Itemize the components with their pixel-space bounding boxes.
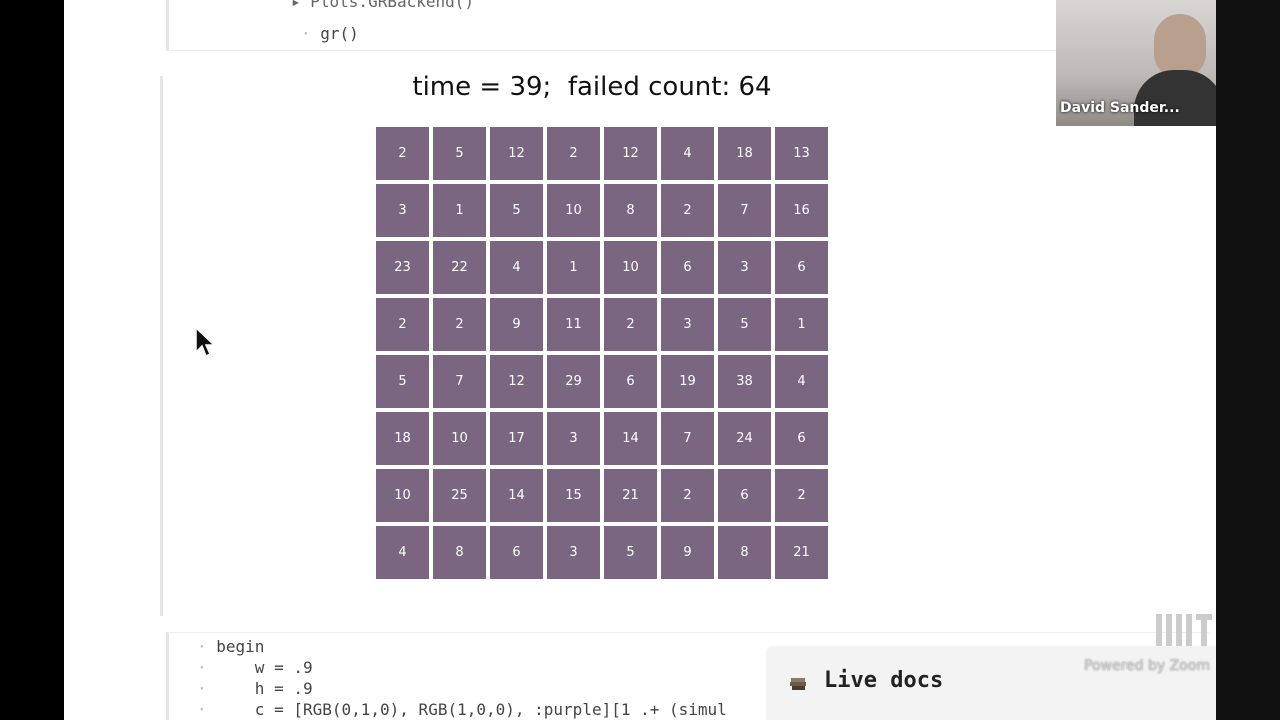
collapsed-code-line[interactable]: ▸ Plots.GRBackend()	[291, 0, 474, 11]
grid-tile: 3	[661, 298, 714, 351]
grid-tile: 7	[433, 355, 486, 408]
grid-tile: 4	[376, 526, 429, 579]
grid-tile: 4	[775, 355, 828, 408]
grid-tile: 29	[547, 355, 600, 408]
grid-tile: 24	[718, 412, 771, 465]
grid-tile: 2	[433, 298, 486, 351]
grid-tile: 6	[490, 526, 543, 579]
grid-tile: 1	[547, 241, 600, 294]
grid-tile: 14	[490, 469, 543, 522]
grid-tile: 12	[490, 355, 543, 408]
grid-tile: 3	[547, 412, 600, 465]
grid-tile: 5	[433, 127, 486, 180]
grid-tile: 5	[604, 526, 657, 579]
grid-tile: 3	[718, 241, 771, 294]
grid-tile: 16	[775, 184, 828, 237]
grid-tile: 10	[376, 469, 429, 522]
grid-tile: 12	[490, 127, 543, 180]
books-icon	[790, 678, 806, 690]
grid-tile: 23	[376, 241, 429, 294]
grid-tile: 6	[718, 469, 771, 522]
grid-tile: 6	[604, 355, 657, 408]
grid-tile: 17	[490, 412, 543, 465]
plot-title: time = 39; failed count: 64	[412, 72, 772, 102]
grid-tile: 14	[604, 412, 657, 465]
grid-tile: 10	[604, 241, 657, 294]
grid-tile: 2	[547, 127, 600, 180]
grid-tile: 21	[604, 469, 657, 522]
grid-tile: 2	[604, 298, 657, 351]
grid-tile: 6	[661, 241, 714, 294]
presenter-head	[1154, 14, 1206, 78]
mit-logo-icon	[1156, 614, 1212, 646]
participant-name: David Sander...	[1060, 100, 1180, 116]
live-docs-label: Live docs	[824, 668, 944, 693]
line-marker: ·	[301, 24, 321, 43]
grid-tile: 8	[718, 526, 771, 579]
grid-tile: 6	[775, 412, 828, 465]
grid-tile: 10	[547, 184, 600, 237]
grid-tile: 25	[433, 469, 486, 522]
grid-tile: 15	[547, 469, 600, 522]
right-dark-margin	[1216, 0, 1280, 720]
grid-tile: 21	[775, 526, 828, 579]
grid-tile: 1	[433, 184, 486, 237]
code-line-4: · c = [RGB(0,1,0), RGB(1,0,0), :purple][…	[197, 700, 727, 719]
grid-tile: 6	[775, 241, 828, 294]
grid-tile: 2	[661, 469, 714, 522]
grid-tile: 3	[376, 184, 429, 237]
grid-tile: 8	[433, 526, 486, 579]
grid-tile: 4	[490, 241, 543, 294]
grid-tile: 18	[718, 127, 771, 180]
grid-tile: 11	[547, 298, 600, 351]
grid-tile: 19	[661, 355, 714, 408]
grid-tile: 5	[718, 298, 771, 351]
mouse-cursor-icon	[195, 326, 216, 358]
grid-tile: 5	[490, 184, 543, 237]
code-line-1: · begin	[197, 637, 265, 656]
grid-tile: 8	[604, 184, 657, 237]
tile-grid: 2 5 12 2 12 4 18 13 3 1 5 10 8 2 7 16 23 22 4 1 10 6 3 6 2 2 9 11 2 3…	[376, 127, 830, 581]
webcam-tile: David Sander...	[1056, 0, 1216, 126]
grid-tile: 2	[661, 184, 714, 237]
grid-tile: 2	[376, 298, 429, 351]
grid-tile: 9	[661, 526, 714, 579]
grid-tile: 4	[661, 127, 714, 180]
grid-tile: 7	[718, 184, 771, 237]
code-line-2: · w = .9	[197, 658, 313, 677]
watermark: Powered by Zoom	[1084, 612, 1216, 676]
grid-tile: 1	[775, 298, 828, 351]
grid-tile: 13	[775, 127, 828, 180]
grid-tile: 12	[604, 127, 657, 180]
grid-tile: 38	[718, 355, 771, 408]
grid-tile: 18	[376, 412, 429, 465]
powered-by-text: Powered by Zoom	[1084, 658, 1210, 674]
grid-tile: 5	[376, 355, 429, 408]
code-line-3: · h = .9	[197, 679, 313, 698]
grid-tile: 2	[775, 469, 828, 522]
notebook-page: ▸ Plots.GRBackend() · gr() time = 39; fa…	[64, 0, 1216, 720]
code-text: gr()	[320, 24, 359, 43]
grid-tile: 2	[376, 127, 429, 180]
grid-tile: 22	[433, 241, 486, 294]
grid-tile: 3	[547, 526, 600, 579]
code-line-gr[interactable]: · gr()	[301, 24, 359, 43]
grid-tile: 10	[433, 412, 486, 465]
grid-tile: 9	[490, 298, 543, 351]
grid-tile: 7	[661, 412, 714, 465]
presenter-body	[1134, 70, 1216, 126]
code-cell-top[interactable]: ▸ Plots.GRBackend() · gr()	[166, 0, 1209, 51]
